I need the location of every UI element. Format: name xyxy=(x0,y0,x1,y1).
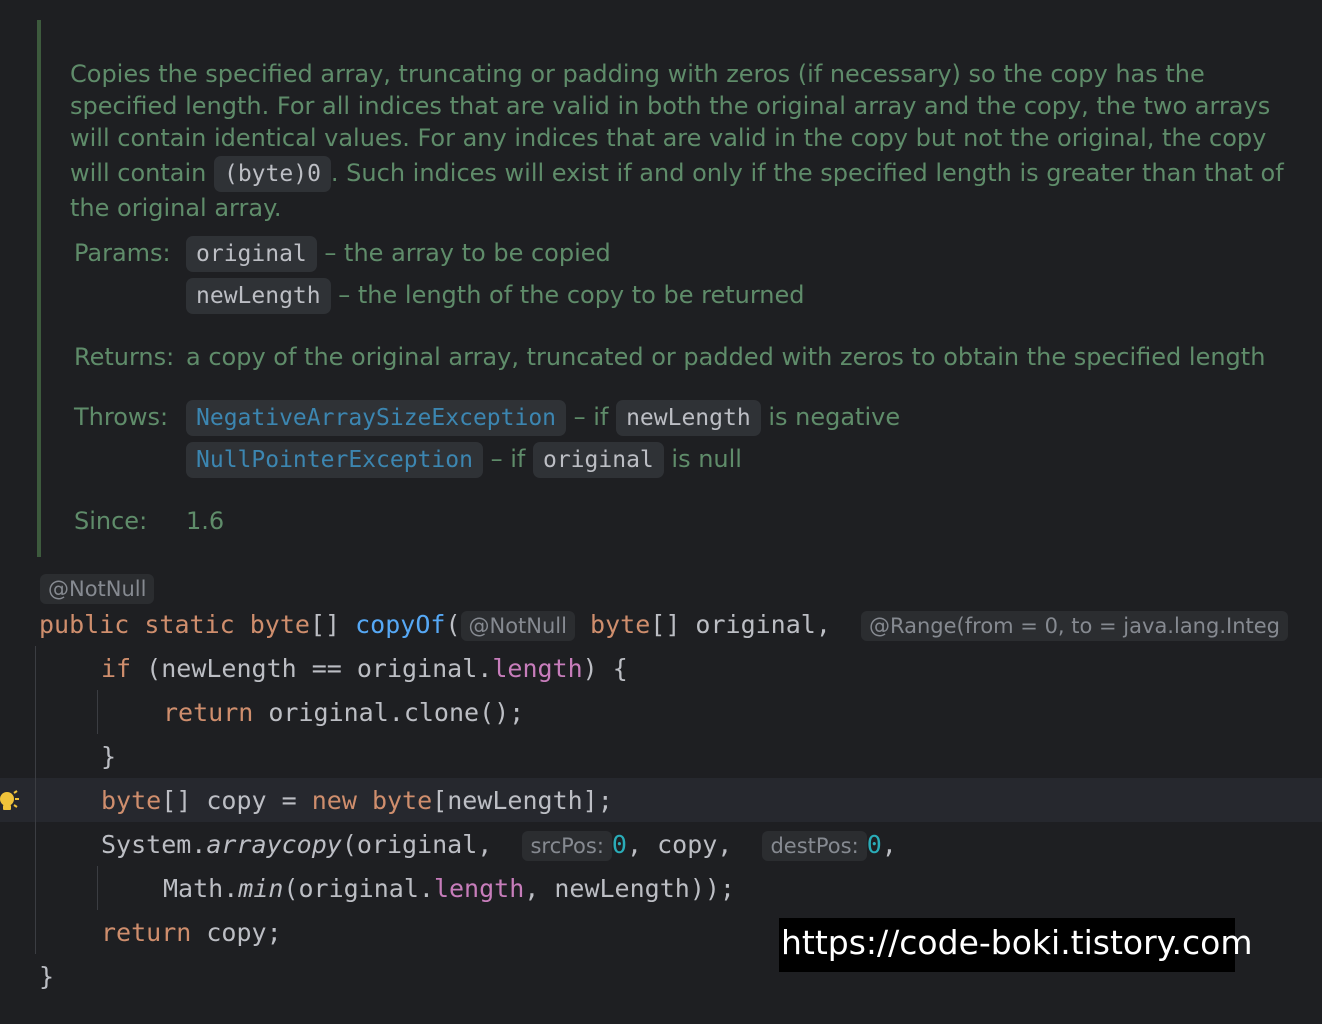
range-hint: @Range(from = 0, to = java.lang.Integ xyxy=(861,611,1288,641)
javadoc-text: will contain xyxy=(70,159,214,187)
code-token: ( xyxy=(445,610,461,639)
javadoc-line-5: the original array. xyxy=(70,194,282,222)
code-line-signature: public static byte[] copyOf(@NotNull byt… xyxy=(39,603,1288,647)
code-token: Math. xyxy=(163,874,239,903)
javadoc-description: Copies the specified array, truncating o… xyxy=(70,58,1310,224)
code-token: , xyxy=(881,830,897,859)
code-token: ) { xyxy=(582,654,628,683)
indent-guide xyxy=(97,690,98,734)
returns-text: a copy of the original array, truncated … xyxy=(186,343,1266,371)
indent-guide xyxy=(97,866,98,910)
number-literal: 0 xyxy=(866,830,882,859)
param-hint-notnull: @NotNull xyxy=(460,611,575,641)
annotation-hint-notnull: @NotNull xyxy=(40,574,155,604)
code-token: [] xyxy=(309,610,356,639)
code-token: , copy, xyxy=(626,830,748,859)
code-line-arraycopy: System.arraycopy(original, srcPos: 0, cop… xyxy=(101,823,897,867)
exception-link-null-pointer[interactable]: NullPointerException xyxy=(186,442,483,478)
field-length: length xyxy=(492,654,583,683)
code-line-return-copy: return copy; xyxy=(101,911,282,955)
param-hint-srcpos: srcPos: xyxy=(522,831,612,861)
throws-if: – if xyxy=(490,445,526,473)
keyword-if: if xyxy=(101,654,132,683)
keyword-byte: byte xyxy=(101,786,162,815)
code-line-if: if (newLength == original.length) { xyxy=(101,647,628,691)
keyword-byte: byte xyxy=(371,786,433,815)
throws-param-original: original xyxy=(532,442,664,478)
code-line-close-method: } xyxy=(39,962,55,991)
code-line-close-if: } xyxy=(101,742,117,771)
code-token: System. xyxy=(101,830,207,859)
since-label: Since: xyxy=(74,507,148,535)
watermark-url: https://code-boki.tistory.com xyxy=(779,918,1252,972)
number-literal: 0 xyxy=(611,830,627,859)
javadoc-text: . Such indices will exist if and only if… xyxy=(330,159,1284,187)
code-line-math-min: Math.min(original.length, newLength)); xyxy=(163,867,735,911)
code-token: [] copy = xyxy=(161,786,312,815)
keyword-byte: byte xyxy=(249,610,310,639)
javadoc-line-2: specified length. For all indices that a… xyxy=(70,92,1271,120)
keyword-static: static xyxy=(144,610,235,639)
keyword-return: return xyxy=(101,918,192,947)
throws-param-newlength: newLength xyxy=(616,400,761,436)
code-line-return-clone: return original.clone(); xyxy=(163,691,524,735)
param-desc: – the array to be copied xyxy=(324,239,611,267)
javadoc-line-4: will contain (byte)0. Such indices will … xyxy=(70,154,1310,192)
since-value: 1.6 xyxy=(186,507,225,535)
throws-cond: is negative xyxy=(768,403,901,431)
code-token: copy; xyxy=(191,918,282,947)
code-token: original.clone(); xyxy=(253,698,525,727)
param-chip-original: original xyxy=(186,236,317,272)
throws-if: – if xyxy=(573,403,609,431)
param-hint-destpos: destPos: xyxy=(762,831,867,861)
param-desc: – the length of the copy to be returned xyxy=(338,281,805,309)
code-line-new-array: byte[] copy = new byte[newLength]; xyxy=(101,779,613,823)
throws-cond: is null xyxy=(671,445,742,473)
returns-label: Returns: xyxy=(74,343,175,371)
indent-guide xyxy=(35,646,36,954)
javadoc-block: Copies the specified array, truncating o… xyxy=(37,20,1322,557)
code-token: [] original, xyxy=(650,610,846,639)
method-min: min xyxy=(238,874,284,903)
keyword-public: public xyxy=(39,610,130,639)
keyword-return: return xyxy=(163,698,254,727)
lightbulb-icon[interactable] xyxy=(0,790,20,814)
code-token: (original. xyxy=(283,874,434,903)
exception-link-negative-array-size[interactable]: NegativeArraySizeException xyxy=(186,400,567,436)
javadoc-line-3: will contain identical values. For any i… xyxy=(70,124,1267,152)
field-length: length xyxy=(433,874,525,903)
code-token: (newLength == original. xyxy=(131,654,493,683)
code-token: , newLength)); xyxy=(524,874,735,903)
method-arraycopy: arraycopy xyxy=(206,830,342,859)
code-token: [newLength]; xyxy=(432,786,613,815)
param-chip-newlength: newLength xyxy=(186,278,331,314)
javadoc-line-1: Copies the specified array, truncating o… xyxy=(70,60,1205,88)
params-label: Params: xyxy=(74,239,171,267)
code-token: (original, xyxy=(341,830,508,859)
keyword-byte: byte xyxy=(590,610,651,639)
method-name: copyOf xyxy=(355,610,446,639)
throws-label: Throws: xyxy=(74,403,169,431)
keyword-new: new xyxy=(311,786,357,815)
code-chip-byte-zero: (byte)0 xyxy=(213,156,331,192)
